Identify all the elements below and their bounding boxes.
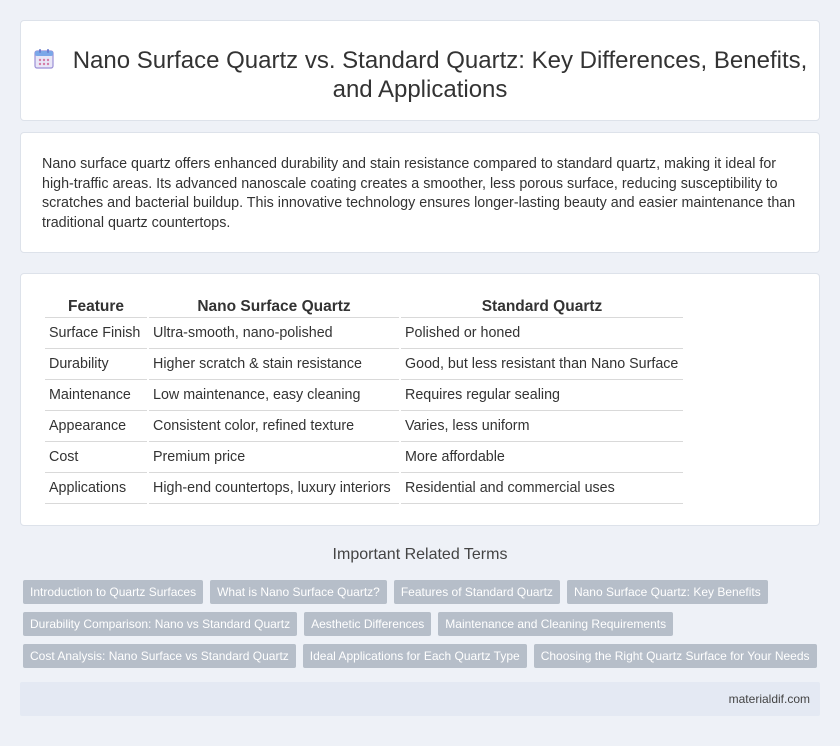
related-terms-heading: Important Related Terms: [332, 546, 508, 563]
related-tag[interactable]: Cost Analysis: Nano Surface vs Standard …: [23, 644, 296, 668]
summary-text: Nano surface quartz offers enhanced dura…: [42, 156, 796, 231]
standard-cell: Good, but less resistant than Nano Surfa…: [401, 349, 683, 380]
title-card: Nano Surface Quartz vs. Standard Quartz:…: [20, 20, 820, 121]
related-tags-row-1: Introduction to Quartz Surfaces What is …: [23, 580, 768, 604]
related-tag[interactable]: Choosing the Right Quartz Surface for Yo…: [533, 644, 817, 668]
feature-cell: Maintenance: [45, 380, 147, 411]
related-tag[interactable]: Nano Surface Quartz: Key Benefits: [566, 580, 768, 604]
column-header-feature: Feature: [45, 296, 147, 318]
nano-cell: Ultra-smooth, nano-polished: [149, 318, 399, 349]
table-row: Cost Premium price More affordable: [45, 442, 683, 473]
feature-cell: Cost: [45, 442, 147, 473]
calendar-icon: [34, 49, 54, 69]
feature-cell: Durability: [45, 349, 147, 380]
summary-card: Nano surface quartz offers enhanced dura…: [20, 132, 820, 253]
feature-cell: Applications: [45, 473, 147, 504]
related-tag[interactable]: Durability Comparison: Nano vs Standard …: [23, 612, 298, 636]
footer-site-name[interactable]: materialdif.com: [729, 692, 810, 706]
table-row: Applications High-end countertops, luxur…: [45, 473, 683, 504]
standard-cell: More affordable: [401, 442, 683, 473]
table-row: Surface Finish Ultra-smooth, nano-polish…: [45, 318, 683, 349]
feature-cell: Surface Finish: [45, 318, 147, 349]
comparison-table: Feature Nano Surface Quartz Standard Qua…: [43, 296, 685, 504]
related-tag[interactable]: Maintenance and Cleaning Requirements: [438, 612, 674, 636]
nano-cell: High-end countertops, luxury interiors: [149, 473, 399, 504]
feature-cell: Appearance: [45, 411, 147, 442]
table-row: Maintenance Low maintenance, easy cleani…: [45, 380, 683, 411]
related-tag[interactable]: Features of Standard Quartz: [393, 580, 560, 604]
page-title-text: Nano Surface Quartz vs. Standard Quartz:…: [72, 47, 808, 103]
footer: materialdif.com: [20, 682, 820, 716]
standard-cell: Residential and commercial uses: [401, 473, 683, 504]
related-tag[interactable]: Aesthetic Differences: [304, 612, 432, 636]
table-row: Appearance Consistent color, refined tex…: [45, 411, 683, 442]
nano-cell: Consistent color, refined texture: [149, 411, 399, 442]
column-header-nano: Nano Surface Quartz: [149, 296, 399, 318]
nano-cell: Higher scratch & stain resistance: [149, 349, 399, 380]
related-tags-row-3: Cost Analysis: Nano Surface vs Standard …: [23, 644, 817, 668]
page-title: Nano Surface Quartz vs. Standard Quartz:…: [21, 46, 819, 104]
related-tag[interactable]: What is Nano Surface Quartz?: [210, 580, 387, 604]
nano-cell: Low maintenance, easy cleaning: [149, 380, 399, 411]
standard-cell: Polished or honed: [401, 318, 683, 349]
standard-cell: Requires regular sealing: [401, 380, 683, 411]
table-row: Durability Higher scratch & stain resist…: [45, 349, 683, 380]
related-tag[interactable]: Ideal Applications for Each Quartz Type: [302, 644, 527, 668]
table-header-row: Feature Nano Surface Quartz Standard Qua…: [45, 296, 683, 318]
related-tag[interactable]: Introduction to Quartz Surfaces: [23, 580, 204, 604]
related-tags-row-2: Durability Comparison: Nano vs Standard …: [23, 612, 674, 636]
nano-cell: Premium price: [149, 442, 399, 473]
standard-cell: Varies, less uniform: [401, 411, 683, 442]
column-header-standard: Standard Quartz: [401, 296, 683, 318]
comparison-table-card: Feature Nano Surface Quartz Standard Qua…: [20, 273, 820, 526]
